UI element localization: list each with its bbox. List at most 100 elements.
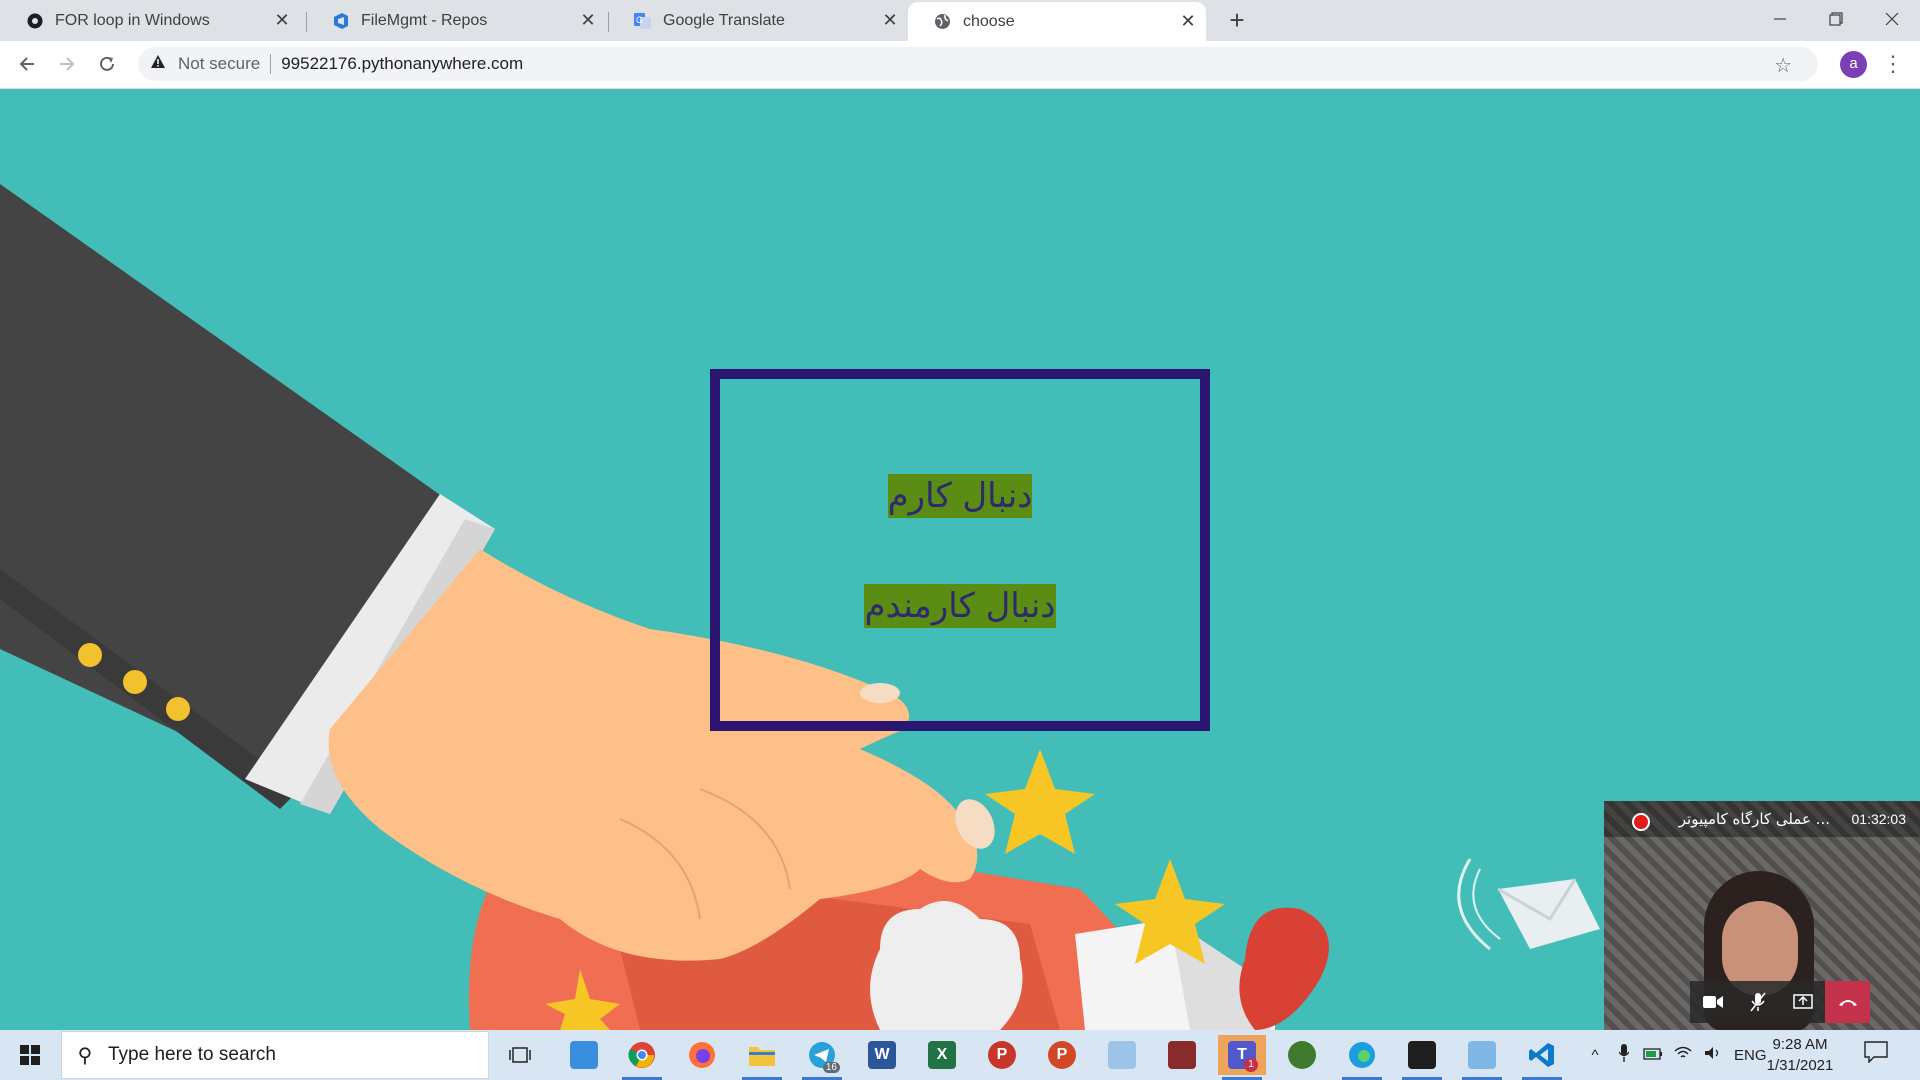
arrow-right-icon [60,57,75,71]
url-text[interactable]: 99522176.pythonanywhere.com [281,54,523,74]
tree-icon [1288,1041,1316,1069]
close-tab-icon[interactable]: ✕ [270,10,294,31]
restore-button[interactable] [1808,0,1864,38]
taskbar-clock[interactable]: 9:28 AM 1/31/2021 [1760,1034,1840,1076]
firefox-icon [689,1042,715,1068]
telegram-badge: 16 [822,1062,840,1073]
warning-icon [150,54,170,74]
taskbar-app-paint[interactable] [1098,1035,1146,1075]
taskbar-app-tree[interactable] [1278,1035,1326,1075]
option-employer[interactable]: دنبال کارمندم [720,584,1200,628]
tab-title: FOR loop in Windows [55,11,210,29]
recording-icon [1632,813,1650,831]
p-app-icon: P [988,1041,1016,1069]
taskbar-app-podcast[interactable]: P [978,1035,1026,1075]
microphone-icon[interactable] [1610,1044,1638,1066]
close-icon [1885,12,1899,26]
mute-button[interactable] [1735,981,1780,1023]
forward-button[interactable] [52,49,82,79]
terminal-icon [1408,1041,1436,1069]
taskbar-app-powerpoint[interactable]: P [1038,1035,1086,1075]
close-window-button[interactable] [1864,0,1920,38]
search-icon: ⚲ [77,1044,93,1067]
taskbar-app-teams[interactable]: T 1 [1218,1035,1266,1080]
windows-taskbar: ⚲ Type here to search 16 W X P P T 1 ^ E… [0,1030,1920,1080]
tab-for-loop[interactable]: FOR loop in Windows ✕ [0,0,300,41]
camera-icon [1702,996,1723,1008]
microphone-muted-icon [1749,992,1766,1012]
taskbar-app-notepad[interactable] [1458,1035,1506,1080]
browser-menu-icon[interactable]: ⋮ [1880,49,1906,79]
back-button[interactable] [12,49,42,79]
clock-date: 1/31/2021 [1766,1057,1834,1074]
taskbar-app-vscode[interactable] [1518,1035,1566,1080]
excel-icon: X [928,1041,956,1069]
reload-button[interactable] [92,49,122,79]
tab-filemgmt[interactable]: FileMgmt - Repos ✕ [306,0,606,41]
game-icon [1168,1041,1196,1069]
taskbar-app-file-explorer-remote[interactable] [560,1035,608,1075]
meeting-window[interactable]: ... عملی کارگاه کامپیوتر 01:32:03 [1604,801,1920,1030]
windows-logo-icon [20,1045,40,1065]
camera-button[interactable] [1690,981,1735,1023]
task-view-button[interactable] [496,1035,544,1075]
profile-avatar[interactable]: a [1840,51,1867,78]
taskbar-app-file-explorer[interactable] [738,1035,786,1080]
azure-devops-icon [332,12,349,29]
meeting-title: ... عملی کارگاه کامپیوتر [1678,810,1830,828]
chrome-icon [628,1042,655,1068]
tab-google-translate[interactable]: G Google Translate ✕ [608,0,908,41]
hang-up-icon [1838,1000,1857,1006]
meeting-controls [1690,981,1870,1023]
wifi-icon[interactable] [1668,1046,1698,1064]
tab-strip: FOR loop in Windows ✕ FileMgmt - Repos ✕… [0,0,1920,41]
arrow-left-icon [19,57,34,71]
taskbar-app-edge[interactable] [1338,1035,1386,1080]
system-tray: ^ ENG [1580,1030,1767,1080]
browser-toolbar: Not secure 99522176.pythonanywhere.com ☆… [0,41,1920,89]
battery-icon[interactable] [1638,1047,1668,1064]
taskbar-app-terminal[interactable] [1398,1035,1446,1080]
taskbar-app-word[interactable]: W [858,1035,906,1075]
option-job-seeker[interactable]: دنبال کارم [720,474,1200,518]
meeting-header: ... عملی کارگاه کامپیوتر 01:32:03 [1604,801,1920,837]
chevron-up-icon[interactable]: ^ [1580,1047,1610,1064]
svg-text:G: G [636,15,643,25]
folder-icon [749,1047,775,1066]
notification-center-button[interactable] [1864,1041,1890,1067]
taskbar-app-firefox[interactable] [678,1035,726,1075]
tab-choose[interactable]: choose ✕ [908,2,1206,41]
share-screen-button[interactable] [1780,981,1825,1023]
teams-badge: 1 [1244,1058,1258,1072]
minimize-icon [1774,18,1786,20]
option-job-seeker-label[interactable]: دنبال کارم [887,474,1033,518]
start-button[interactable] [0,1030,60,1080]
volume-icon[interactable] [1698,1046,1728,1064]
close-tab-icon[interactable]: ✕ [878,10,902,31]
word-icon: W [868,1041,896,1069]
computer-icon [570,1041,598,1069]
share-screen-icon [1792,994,1813,1009]
google-translate-icon: G [634,12,651,29]
meeting-timer: 01:32:03 [1851,811,1907,827]
taskbar-app-excel[interactable]: X [918,1035,966,1075]
task-view-icon [509,1047,531,1063]
option-employer-label[interactable]: دنبال کارمندم [864,584,1056,628]
taskbar-app-game[interactable] [1158,1035,1206,1075]
address-bar[interactable]: Not secure 99522176.pythonanywhere.com ☆ [138,47,1818,81]
close-tab-icon[interactable]: ✕ [576,10,600,31]
tab-title: FileMgmt - Repos [361,11,488,29]
paint-icon [1108,1041,1136,1069]
notification-icon [1864,1041,1888,1064]
taskbar-app-telegram[interactable]: 16 [798,1035,846,1080]
new-tab-button[interactable]: + [1222,6,1252,36]
close-tab-icon[interactable]: ✕ [1176,11,1200,32]
globe-icon [934,13,951,30]
taskbar-search[interactable]: ⚲ Type here to search [61,1031,489,1079]
bookmark-star-icon[interactable]: ☆ [1774,53,1792,78]
minimize-button[interactable] [1752,0,1808,38]
hang-up-button[interactable] [1825,981,1870,1023]
security-label[interactable]: Not secure [178,54,260,74]
taskbar-app-chrome[interactable] [618,1035,666,1080]
vscode-icon [1529,1043,1554,1067]
